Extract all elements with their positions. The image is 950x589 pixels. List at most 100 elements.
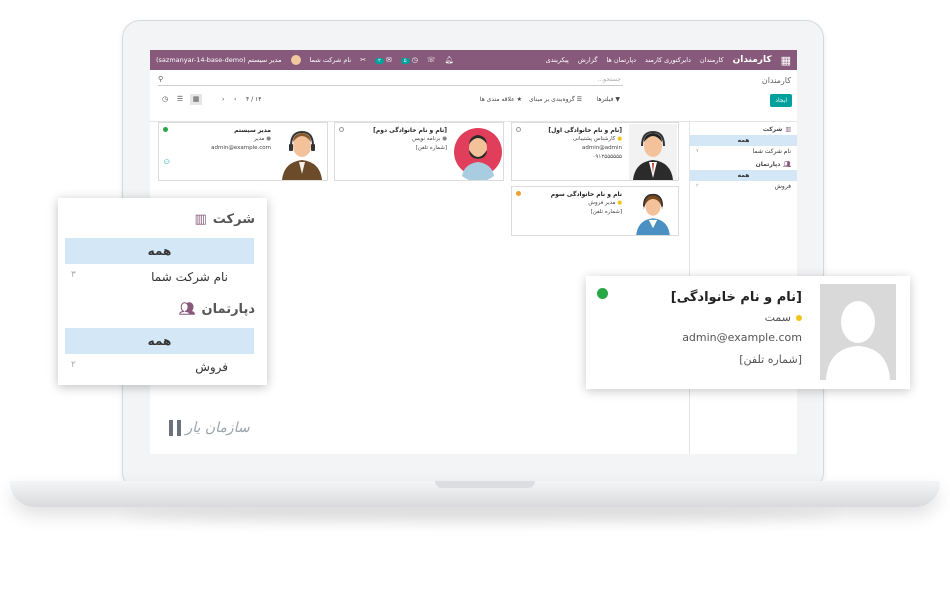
zoom-department-item[interactable]: فروش ۲ xyxy=(65,354,254,380)
user-avatar[interactable] xyxy=(290,55,301,65)
watermark-logo: سازمان یار xyxy=(166,420,250,436)
activity-icon[interactable]: ◷ ۵ xyxy=(400,56,418,64)
department-filter-header: 👥︎ دپارتمان xyxy=(690,157,797,170)
users-icon: 👥︎ xyxy=(178,302,196,317)
department-filter-item[interactable]: فروش ۲ xyxy=(690,181,797,192)
favorites-button[interactable]: ★ علاقه مندی ها xyxy=(480,96,522,103)
groupby-label: گروه‌بندی بر مبنای xyxy=(529,96,575,103)
building-icon: ▥ xyxy=(194,212,207,227)
search-icon[interactable]: ⚲ xyxy=(158,75,163,83)
zoom-employee-phone: [شماره تلفن] xyxy=(739,353,802,366)
company-filter-label: نام شرکت شما xyxy=(752,148,791,155)
employee-name: [نام و نام خانوادگی اول] xyxy=(548,127,622,134)
users-icon: 👥︎ xyxy=(783,161,791,168)
menu-reporting[interactable]: گزارش xyxy=(578,56,598,64)
pager-prev-icon[interactable]: ‹ xyxy=(222,96,224,103)
zoom-company-count: ۳ xyxy=(71,270,76,280)
app-title[interactable]: کارمندان xyxy=(733,55,772,65)
apps-menu-icon[interactable]: ▦ xyxy=(781,54,791,67)
status-dot xyxy=(796,315,802,321)
bell-icon[interactable]: 🔔︎ xyxy=(445,56,454,64)
kanban-view-icon[interactable]: ▦ xyxy=(190,94,202,105)
department-filter-count: ۲ xyxy=(696,183,699,189)
database-name: (sazmanyar-14-base-demo) xyxy=(156,56,246,64)
department-filter-title: دپارتمان xyxy=(755,161,781,168)
employee-card[interactable]: [نام و نام خانوادگی دوم] ● برنامه نویس [… xyxy=(334,122,504,181)
list-view-icon[interactable]: ☰ xyxy=(174,94,186,105)
employee-phone: [شماره تلفن] xyxy=(590,209,622,215)
chat-icon[interactable]: 💬︎ xyxy=(163,159,171,166)
presence-indicator xyxy=(516,127,521,132)
department-filter-label: فروش xyxy=(774,183,791,190)
search-placeholder: جستجو... xyxy=(597,76,621,83)
employee-photo xyxy=(629,124,677,180)
activity-badge: ۵ xyxy=(400,58,410,64)
search-input[interactable]: ⚲ جستجو... xyxy=(158,75,623,86)
pager-next-icon[interactable]: › xyxy=(234,96,236,103)
zoom-department-all[interactable]: همه xyxy=(65,328,254,354)
employee-job: ● کارشناس پشتیبانی xyxy=(572,136,622,142)
breadcrumb: کارمندان xyxy=(761,76,791,85)
presence-indicator xyxy=(597,288,608,299)
employee-card[interactable]: مدیر سیستم ● مدیر admin@example.com 💬︎ xyxy=(158,122,328,181)
company-filter-item[interactable]: نام شرکت شما ۷ xyxy=(690,146,797,157)
groupby-button[interactable]: ☰ گروه‌بندی بر مبنای xyxy=(529,96,582,103)
zoom-company-title: شرکت xyxy=(212,212,255,227)
zoomed-employee-card[interactable]: [نام و نام خانوادگی] سمت admin@example.c… xyxy=(586,276,910,389)
zoom-employee-email: admin@example.com xyxy=(682,331,802,344)
user-name: مدیر سیستم xyxy=(247,56,282,64)
employee-job: ● مدیر xyxy=(254,136,271,142)
employee-info: [نام و نام خانوادگی دوم] ● برنامه نویس [… xyxy=(373,126,447,153)
zoom-employee-job: سمت xyxy=(765,311,802,324)
menu-directory[interactable]: دایرکتوری کارمند xyxy=(645,56,691,64)
employee-info: [نام و نام خانوادگی اول] ● کارشناس پشتیب… xyxy=(548,126,622,162)
employee-name: مدیر سیستم xyxy=(234,127,271,134)
employee-phone: ۰۹۱۲۵۵۵۵۵۵ xyxy=(592,154,622,160)
company-filter-header: ▥ شرکت xyxy=(690,122,797,135)
zoom-department-header: دپارتمان 👥︎ xyxy=(179,302,255,317)
zoomed-filter-panel: شرکت ▥ همه نام شرکت شما ۳ دپارتمان 👥︎ هم… xyxy=(58,198,267,385)
company-filter-count: ۷ xyxy=(696,148,699,154)
chat-icon[interactable]: ✉ ۲ xyxy=(375,56,392,64)
phone-icon[interactable]: ☏ xyxy=(427,56,436,64)
navbar-systray: 🔔︎ ☏ ◷ ۵ ✉ ۲ ✂ نام شرکت شما مدیر سیستم (… xyxy=(156,55,454,65)
employee-photo xyxy=(278,124,326,180)
messages-badge: ۲ xyxy=(375,58,384,64)
filters-label: فیلترها xyxy=(596,96,614,103)
create-button[interactable]: ایجاد xyxy=(770,94,792,107)
zoom-department-label: فروش xyxy=(195,360,228,374)
filters-button[interactable]: ▼ فیلترها xyxy=(597,96,620,103)
menu-employees[interactable]: کارمندان xyxy=(700,56,724,64)
employee-phone: [شماره تلفن] xyxy=(415,145,447,151)
top-navbar: ▦ کارمندان کارمندان دایرکتوری کارمند دپا… xyxy=(150,50,797,70)
user-menu[interactable]: مدیر سیستم (sazmanyar-14-base-demo) xyxy=(156,56,282,64)
activity-view-icon[interactable]: ◷ xyxy=(159,94,171,105)
department-filter-all[interactable]: همه xyxy=(690,170,797,181)
menu-departments[interactable]: دپارتمان ها xyxy=(606,56,636,64)
laptop-base xyxy=(10,481,940,507)
employee-card[interactable]: نام و نام خانوادگی سوم ● مدیر فروش [شمار… xyxy=(511,186,679,236)
zoom-company-label: نام شرکت شما xyxy=(151,270,228,284)
company-filter-all[interactable]: همه xyxy=(690,135,797,146)
employee-email: admin@admin xyxy=(582,145,622,151)
company-switcher[interactable]: نام شرکت شما xyxy=(310,56,352,64)
presence-indicator xyxy=(516,191,521,196)
navbar-main: ▦ کارمندان کارمندان دایرکتوری کارمند دپا… xyxy=(546,54,791,67)
zoom-company-all[interactable]: همه xyxy=(65,238,254,264)
presence-indicator xyxy=(163,127,168,132)
employee-card[interactable]: [نام و نام خانوادگی اول] ● کارشناس پشتیب… xyxy=(511,122,679,181)
debug-icon[interactable]: ✂ xyxy=(360,56,366,64)
employee-job: ● برنامه نویس xyxy=(412,136,447,142)
search-options-row: ▼ فیلترها ☰ گروه‌بندی بر مبنای ★ علاقه م… xyxy=(150,96,690,110)
pager-value[interactable]: ۴ / ۱۴ xyxy=(246,96,262,103)
zoom-employee-name: [نام و نام خانوادگی] xyxy=(670,290,802,305)
employee-photo xyxy=(454,128,502,180)
watermark-text: سازمان یار xyxy=(185,420,250,436)
laptop-shadow xyxy=(120,505,840,525)
zoom-company-item[interactable]: نام شرکت شما ۳ xyxy=(65,264,254,290)
menu-configuration[interactable]: پیکربندی xyxy=(546,56,569,64)
logo-mark-icon xyxy=(169,420,181,436)
employee-info: مدیر سیستم ● مدیر admin@example.com xyxy=(211,126,271,153)
laptop-notch xyxy=(435,481,535,488)
building-icon: ▥ xyxy=(785,126,791,133)
